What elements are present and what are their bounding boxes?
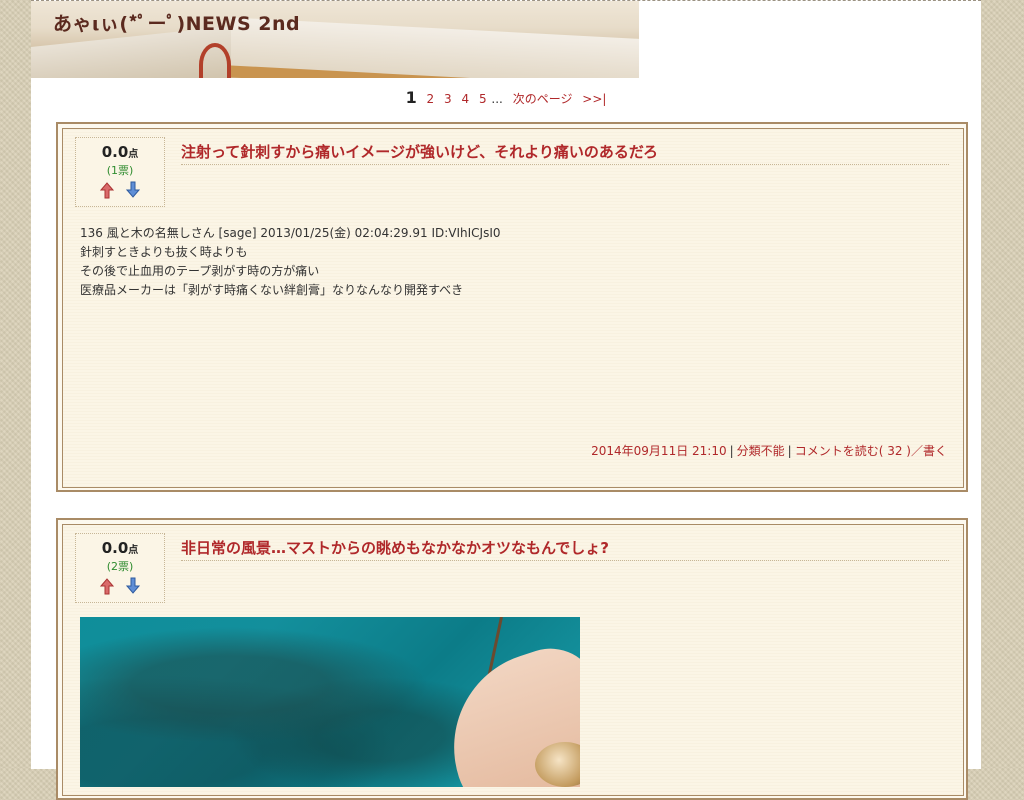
page-container: あゃιぃ(*ﾟーﾟ)NEWS 2nd 1 2 3 4 5 ... 次のページ >…	[31, 0, 981, 800]
article-score: 0.0点	[76, 539, 164, 557]
article-entry: 0.0点 (1票) 注射って針刺すから痛いイメージが強いけど、それより痛いのある…	[56, 122, 968, 492]
footer-separator: |	[729, 444, 734, 458]
footer-separator: |	[787, 444, 792, 458]
header-banner[interactable]: あゃιぃ(*ﾟーﾟ)NEWS 2nd	[31, 1, 639, 78]
score-unit: 点	[128, 149, 139, 160]
post-image[interactable]	[80, 617, 580, 787]
comments-link[interactable]: コメントを読む( 32 )	[795, 444, 911, 458]
article-entry: 0.0点 (2票) 非日常の風景…マストからの眺めもなかなかオツなもんでしょ?	[56, 518, 968, 800]
vote-buttons	[76, 576, 164, 598]
vote-down-icon[interactable]	[123, 180, 143, 200]
post-body: 136 風と木の名無しさん [sage] 2013/01/25(金) 02:04…	[80, 224, 930, 300]
pager-current-page: 1	[405, 88, 417, 107]
article-score: 0.0点	[76, 143, 164, 161]
category-link[interactable]: 分類不能	[737, 444, 785, 458]
score-value: 0.0	[101, 143, 129, 161]
vote-up-icon[interactable]	[97, 576, 117, 596]
vote-count: (1票)	[106, 164, 134, 177]
vote-down-icon[interactable]	[123, 576, 143, 596]
pager-last-link[interactable]: >>|	[582, 92, 606, 106]
vote-buttons	[76, 180, 164, 202]
score-box: 0.0点 (2票)	[75, 533, 165, 603]
pager-ellipsis: ...	[491, 92, 503, 106]
article-footer: 2014年09月11日 21:10 | 分類不能 | コメントを読む( 32 )／書く	[591, 442, 947, 459]
pager-next-link[interactable]: 次のページ	[513, 90, 573, 107]
write-comment-link[interactable]: ／書く	[911, 444, 947, 458]
article-frame: 0.0点 (2票) 非日常の風景…マストからの眺めもなかなかオツなもんでしょ?	[62, 524, 964, 796]
post-datetime-link[interactable]: 2014年09月11日 21:10	[591, 444, 726, 458]
article-frame: 0.0点 (1票) 注射って針刺すから痛いイメージが強いけど、それより痛いのある…	[62, 128, 964, 488]
pager-page-link[interactable]: 4	[461, 92, 469, 106]
pager-page-link[interactable]: 5	[479, 92, 487, 106]
vote-count: (2票)	[106, 560, 134, 573]
site-title[interactable]: あゃιぃ(*ﾟーﾟ)NEWS 2nd	[53, 9, 300, 36]
pager-page-link[interactable]: 3	[444, 92, 452, 106]
vote-up-icon[interactable]	[97, 180, 117, 200]
pager-page-link[interactable]: 2	[427, 92, 435, 106]
post-line: 医療品メーカーは「剥がす時痛くない絆創膏」なりなんなり開発すべき	[80, 283, 464, 297]
post-line: 針刺すときよりも抜く時よりも	[80, 245, 248, 259]
score-box: 0.0点 (1票)	[75, 137, 165, 207]
post-line: その後で止血用のテープ剥がす時の方が痛い	[80, 264, 320, 278]
article-title-link[interactable]: 注射って針刺すから痛いイメージが強いけど、それより痛いのあるだろ	[181, 141, 949, 165]
score-unit: 点	[128, 545, 139, 556]
pagination: 1 2 3 4 5 ... 次のページ >>|	[31, 88, 981, 107]
score-value: 0.0	[101, 539, 129, 557]
article-title-link[interactable]: 非日常の風景…マストからの眺めもなかなかオツなもんでしょ?	[181, 537, 949, 561]
post-header-line: 136 風と木の名無しさん [sage] 2013/01/25(金) 02:04…	[80, 226, 501, 240]
